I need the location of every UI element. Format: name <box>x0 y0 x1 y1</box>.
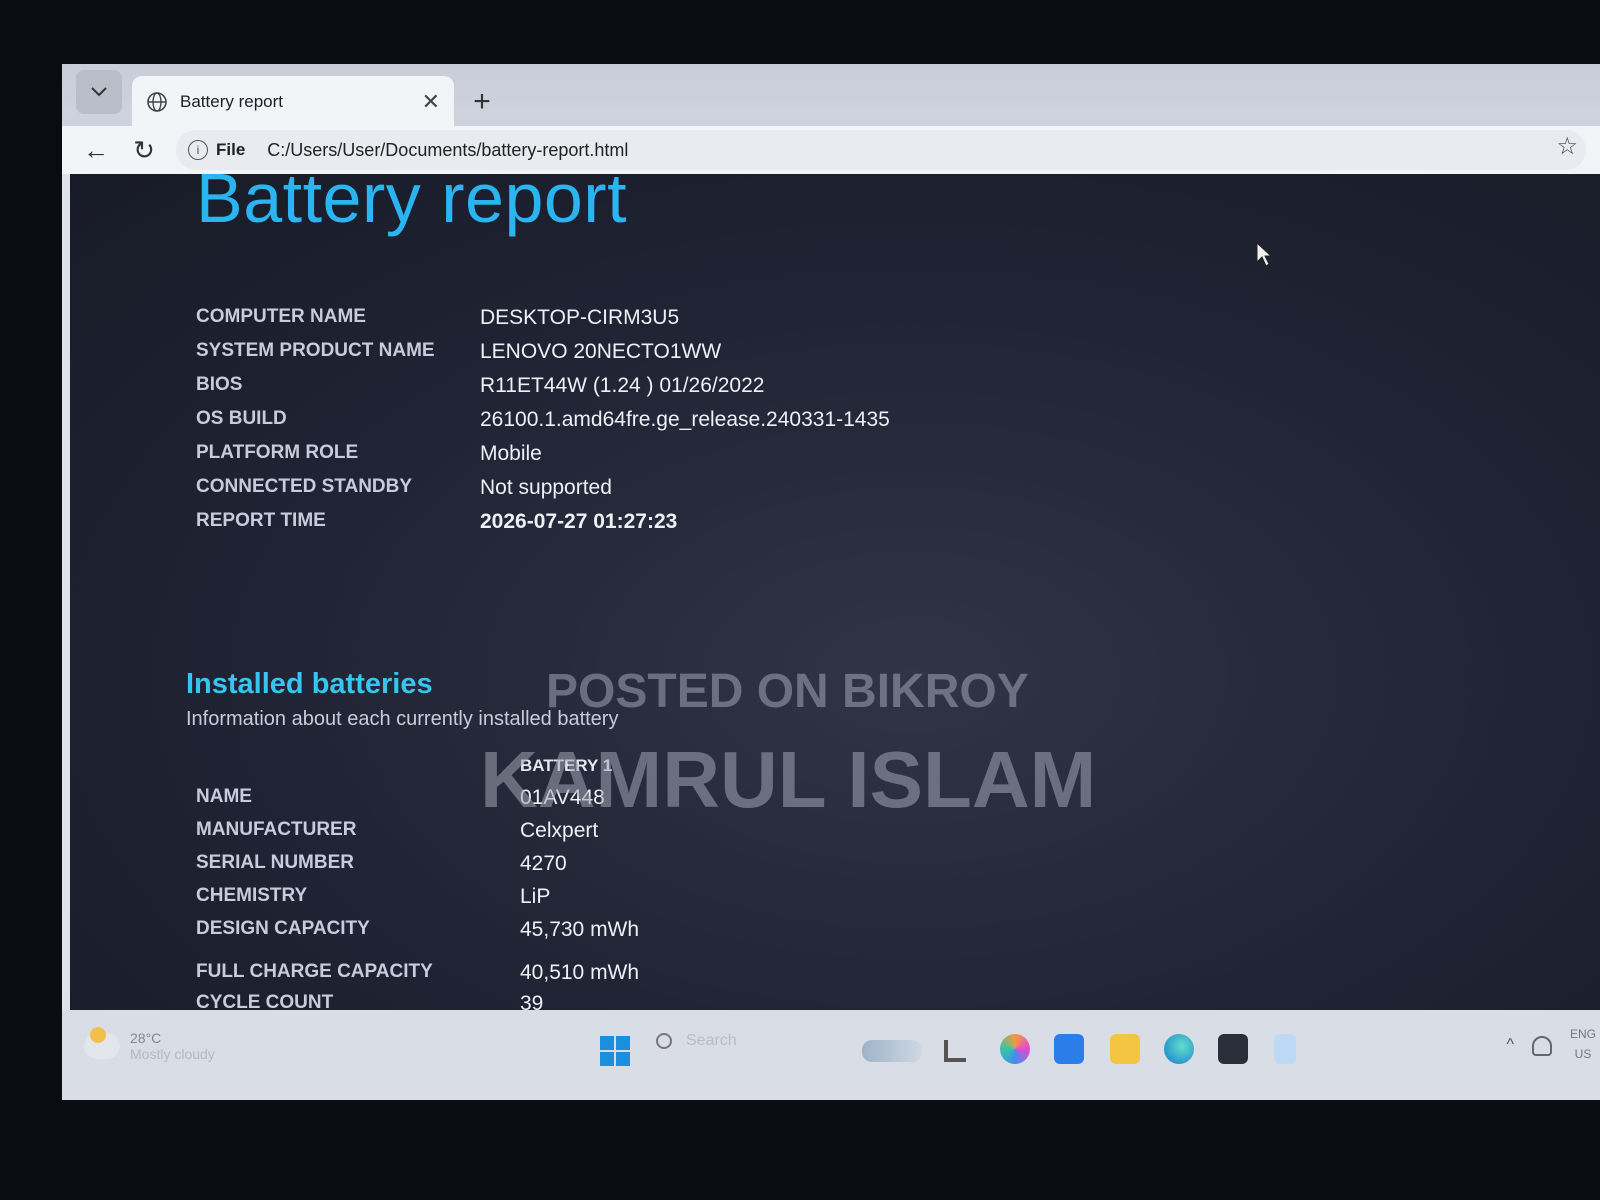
taskbar-search[interactable]: Search <box>656 1032 737 1050</box>
system-info-label: PLATFORM ROLE <box>196 442 359 463</box>
battery-label: MANUFACTURER <box>196 819 357 840</box>
weather-description: Mostly cloudy <box>130 1046 215 1062</box>
page-content: Battery report COMPUTER NAME DESKTOP-CIR… <box>70 174 1600 1010</box>
file-explorer-icon[interactable] <box>1110 1034 1140 1064</box>
system-info-value: LENOVO 20NECTO1WW <box>480 340 722 363</box>
info-icon[interactable]: i <box>188 140 208 160</box>
battery-value: 40,510 mWh <box>520 961 640 984</box>
tab-title: Battery report <box>180 92 283 111</box>
battery-value: 4270 <box>520 852 567 875</box>
installed-batteries-heading: Installed batteries <box>186 668 433 700</box>
search-icon <box>656 1033 672 1049</box>
language-indicator[interactable]: ENG US <box>1570 1024 1596 1064</box>
address-scheme: File <box>216 140 246 159</box>
system-info-value: 26100.1.amd64fre.ge_release.240331-1435 <box>480 408 890 431</box>
tab-strip: Battery report ✕ + <box>62 64 1600 128</box>
tab-battery-report[interactable]: Battery report ✕ <box>132 76 454 128</box>
mouse-cursor-icon <box>1256 242 1272 267</box>
language-code: ENG <box>1569 1027 1596 1041</box>
search-placeholder: Search <box>686 1032 737 1049</box>
watermark-line-2: KAMRUL ISLAM <box>480 735 1097 824</box>
store-icon[interactable] <box>1054 1034 1084 1064</box>
battery-label: FULL CHARGE CAPACITY <box>196 961 433 982</box>
battery-label: NAME <box>196 786 252 807</box>
system-info-label: CONNECTED STANDBY <box>196 476 413 497</box>
chevron-up-icon[interactable]: ^ <box>1506 1036 1514 1054</box>
battery-label: CYCLE COUNT <box>196 992 334 1010</box>
battery-label: DESIGN CAPACITY <box>196 918 370 939</box>
battery-value: LiP <box>520 885 551 908</box>
system-info-value: R11ET44W (1.24 ) 01/26/2022 <box>480 374 765 397</box>
system-info-label: COMPUTER NAME <box>196 306 366 327</box>
copilot-icon[interactable] <box>1000 1034 1030 1064</box>
back-button[interactable]: ← <box>76 132 116 168</box>
edge-browser-icon[interactable] <box>1164 1034 1194 1064</box>
new-tab-button[interactable]: + <box>462 82 502 122</box>
screen: Battery report ✕ + ← ↻ i File C:/Users/U… <box>62 64 1600 1100</box>
favorite-star-icon[interactable]: ☆ <box>1556 132 1578 161</box>
system-info-label: SYSTEM PRODUCT NAME <box>196 340 435 361</box>
tab-search-button[interactable] <box>76 70 122 114</box>
system-info-label: BIOS <box>196 374 243 395</box>
windows-start-icon[interactable] <box>600 1036 630 1066</box>
photos-icon[interactable] <box>1218 1034 1248 1064</box>
address-bar[interactable]: i File C:/Users/User/Documents/battery-r… <box>176 130 1586 170</box>
address-url[interactable]: C:/Users/User/Documents/battery-report.h… <box>267 140 628 161</box>
notepad-icon[interactable] <box>1274 1034 1296 1064</box>
reload-button[interactable]: ↻ <box>124 132 164 168</box>
browser-toolbar: ← ↻ i File C:/Users/User/Documents/batte… <box>62 126 1600 174</box>
weather-temperature: 28°C <box>130 1030 162 1046</box>
chevron-down-icon <box>91 87 107 97</box>
taskbar: 28°C Mostly cloudy Search ^ ENG US <box>62 1010 1600 1100</box>
system-info-value: DESKTOP-CIRM3U5 <box>480 306 680 329</box>
game-app-icon[interactable] <box>862 1040 922 1062</box>
weather-cloud-icon <box>84 1027 120 1059</box>
task-view-icon[interactable] <box>944 1040 966 1062</box>
network-icon[interactable] <box>1532 1036 1552 1056</box>
system-info-value: 2026-07-27 01:27:23 <box>480 510 678 533</box>
battery-label: SERIAL NUMBER <box>196 852 354 873</box>
region-code: US <box>1574 1047 1592 1061</box>
globe-icon <box>147 92 167 112</box>
battery-value: 45,730 mWh <box>520 918 640 941</box>
system-info-value: Not supported <box>480 476 612 499</box>
weather-widget[interactable]: 28°C Mostly cloudy <box>84 1027 215 1062</box>
page-title: Battery report <box>196 174 628 237</box>
battery-label: CHEMISTRY <box>196 885 308 906</box>
tab-close-icon[interactable]: ✕ <box>422 91 440 113</box>
battery-value: 39 <box>520 992 544 1010</box>
watermark-line-1: POSTED ON BIKROY <box>546 665 1029 718</box>
system-info-label: OS BUILD <box>196 408 287 429</box>
system-info-value: Mobile <box>480 442 542 465</box>
system-info-label: REPORT TIME <box>196 510 326 531</box>
